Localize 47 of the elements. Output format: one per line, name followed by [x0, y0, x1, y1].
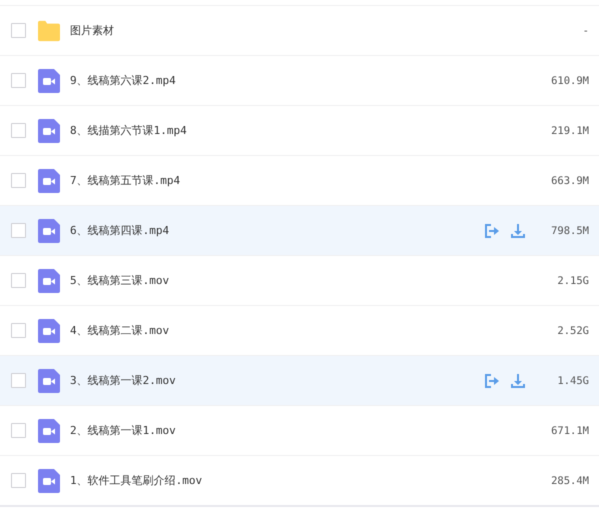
file-name[interactable]: 8、线描第六节课1.mp4	[70, 123, 543, 138]
file-size: 2.15G	[556, 274, 589, 286]
video-file-icon	[38, 68, 60, 92]
file-name[interactable]: 9、线稿第六课2.mp4	[70, 73, 543, 88]
file-size: 285.4M	[550, 474, 589, 486]
file-size: 798.5M	[550, 224, 589, 236]
file-size: 219.1M	[550, 124, 589, 136]
video-file-icon	[38, 168, 60, 192]
move-icon[interactable]	[484, 222, 500, 238]
video-file-icon	[38, 368, 60, 392]
download-icon[interactable]	[510, 222, 526, 238]
file-name[interactable]: 6、线稿第四课.mp4	[70, 223, 474, 238]
file-row[interactable]: 3、线稿第一课2.mov 1.45G	[0, 355, 599, 405]
checkbox[interactable]	[11, 23, 26, 38]
checkbox[interactable]	[11, 73, 26, 88]
file-size: 610.9M	[550, 74, 589, 86]
file-name[interactable]: 4、线稿第二课.mov	[70, 323, 543, 338]
file-name[interactable]: 图片素材	[70, 23, 543, 38]
video-file-icon	[38, 218, 60, 242]
file-size: 671.1M	[550, 424, 589, 436]
file-row[interactable]: 6、线稿第四课.mp4 798.5M	[0, 205, 599, 255]
checkbox[interactable]	[11, 223, 26, 238]
video-file-icon	[38, 118, 60, 142]
download-icon[interactable]	[510, 372, 526, 388]
checkbox[interactable]	[11, 473, 26, 488]
file-name[interactable]: 2、线稿第一课1.mov	[70, 423, 543, 438]
file-size: 2.52G	[556, 324, 589, 336]
file-size: 663.9M	[550, 174, 589, 186]
file-size: 1.45G	[556, 374, 589, 386]
file-size: -	[582, 24, 589, 36]
video-file-icon	[38, 468, 60, 492]
file-name[interactable]: 7、线稿第五节课.mp4	[70, 173, 543, 188]
video-file-icon	[38, 318, 60, 342]
folder-icon	[38, 18, 60, 42]
file-row[interactable]: 1、软件工具笔刷介绍.mov 285.4M	[0, 455, 599, 507]
file-name[interactable]: 5、线稿第三课.mov	[70, 273, 543, 288]
video-file-icon	[38, 268, 60, 292]
checkbox[interactable]	[11, 273, 26, 288]
checkbox[interactable]	[11, 373, 26, 388]
file-name[interactable]: 1、软件工具笔刷介绍.mov	[70, 473, 543, 488]
checkbox[interactable]	[11, 323, 26, 338]
file-name[interactable]: 3、线稿第一课2.mov	[70, 373, 474, 388]
video-file-icon	[38, 418, 60, 442]
move-icon[interactable]	[484, 372, 500, 388]
checkbox[interactable]	[11, 123, 26, 138]
checkbox[interactable]	[11, 173, 26, 188]
checkbox[interactable]	[11, 423, 26, 438]
